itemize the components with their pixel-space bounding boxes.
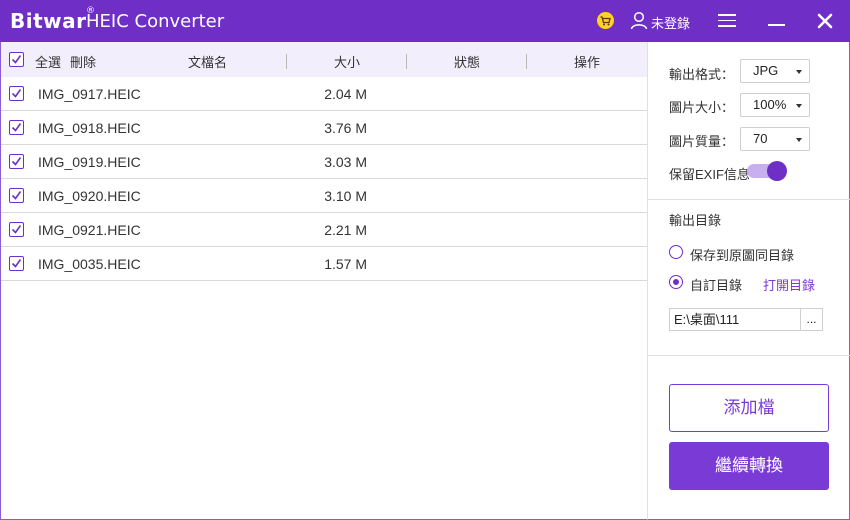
- column-divider: [286, 54, 287, 69]
- select-all-label[interactable]: 全選: [35, 52, 61, 71]
- column-divider: [406, 54, 407, 69]
- table-row[interactable]: IMG_0917.HEIC 2.04 M: [1, 77, 647, 111]
- minimize-icon[interactable]: [768, 24, 785, 26]
- file-size: 1.57 M: [324, 256, 367, 272]
- table-header: 全選 刪除 文檔名 大小 狀態 操作: [1, 42, 647, 77]
- app-title: HEIC Converter: [86, 11, 225, 32]
- row-checkbox[interactable]: [9, 86, 24, 101]
- delete-button[interactable]: 刪除: [70, 52, 96, 71]
- radio-selected-dot: [672, 278, 679, 285]
- image-size-value: 100%: [753, 97, 787, 112]
- file-name: IMG_0918.HEIC: [38, 120, 141, 136]
- image-size-select[interactable]: 100%: [740, 93, 810, 117]
- file-size: 3.76 M: [324, 120, 367, 136]
- open-folder-link[interactable]: 打開目錄: [763, 275, 815, 294]
- output-directory-title: 輸出目錄: [669, 213, 722, 228]
- toggle-knob: [767, 161, 787, 181]
- output-format-value: JPG: [753, 63, 779, 78]
- custom-folder-label[interactable]: 自訂目錄: [690, 275, 742, 294]
- file-name: IMG_0921.HEIC: [38, 222, 141, 238]
- file-list-panel: 全選 刪除 文檔名 大小 狀態 操作 IMG_0917.HEIC 2.04 M …: [0, 42, 647, 520]
- output-format-label: 輸出格式：: [669, 67, 735, 82]
- file-size: 2.21 M: [324, 222, 367, 238]
- row-checkbox[interactable]: [9, 154, 24, 169]
- section-divider: [648, 199, 850, 200]
- column-header-size: 大小: [334, 55, 361, 70]
- row-checkbox[interactable]: [9, 222, 24, 237]
- file-name: IMG_0917.HEIC: [38, 86, 141, 102]
- section-divider: [648, 355, 850, 356]
- keep-exif-toggle[interactable]: [747, 161, 789, 181]
- table-row[interactable]: IMG_0921.HEIC 2.21 M: [1, 213, 647, 247]
- column-divider: [526, 54, 527, 69]
- column-header-status: 狀態: [454, 55, 481, 70]
- image-quality-label: 圖片質量：: [669, 134, 735, 149]
- table-row[interactable]: IMG_0918.HEIC 3.76 M: [1, 111, 647, 145]
- output-path-field[interactable]: E:\桌面\111: [669, 308, 801, 331]
- file-name: IMG_0919.HEIC: [38, 154, 141, 170]
- save-same-folder-label[interactable]: 保存到原圖同目錄: [690, 245, 794, 264]
- add-file-button[interactable]: 添加檔: [669, 384, 829, 432]
- row-checkbox[interactable]: [9, 120, 24, 135]
- file-name: IMG_0920.HEIC: [38, 188, 141, 204]
- settings-panel: 輸出格式： JPG 圖片大小： 100% 圖片質量： 70 保留EXIF信息 輸…: [647, 42, 850, 520]
- login-link[interactable]: 未登錄: [651, 13, 690, 32]
- file-size: 2.04 M: [324, 86, 367, 102]
- image-size-label: 圖片大小：: [669, 100, 735, 115]
- chevron-down-icon: [796, 104, 802, 108]
- app-logo: Bitwar ®: [10, 6, 95, 33]
- table-row[interactable]: IMG_0919.HEIC 3.03 M: [1, 145, 647, 179]
- image-quality-select[interactable]: 70: [740, 127, 810, 151]
- chevron-down-icon: [796, 70, 802, 74]
- image-quality-value: 70: [753, 131, 768, 146]
- row-checkbox[interactable]: [9, 188, 24, 203]
- file-size: 3.03 M: [324, 154, 367, 170]
- select-all-checkbox[interactable]: [9, 52, 24, 67]
- continue-convert-button[interactable]: 繼續轉換: [669, 442, 829, 490]
- chevron-down-icon: [796, 138, 802, 142]
- keep-exif-label: 保留EXIF信息: [669, 167, 750, 182]
- logo-text: Bitwar: [10, 9, 87, 33]
- user-icon[interactable]: [630, 11, 648, 30]
- menu-icon[interactable]: [718, 14, 736, 27]
- column-header-action: 操作: [574, 55, 601, 70]
- column-header-filename: 文檔名: [188, 55, 228, 70]
- table-row[interactable]: IMG_0035.HEIC 1.57 M: [1, 247, 647, 281]
- custom-folder-radio[interactable]: [669, 275, 683, 289]
- output-format-select[interactable]: JPG: [740, 59, 810, 83]
- save-same-folder-radio[interactable]: [669, 245, 683, 259]
- title-bar: Bitwar ® HEIC Converter 未登錄: [0, 0, 850, 42]
- table-row[interactable]: IMG_0920.HEIC 3.10 M: [1, 179, 647, 213]
- browse-button[interactable]: ...: [800, 308, 823, 331]
- cart-icon[interactable]: [597, 12, 614, 29]
- file-name: IMG_0035.HEIC: [38, 256, 141, 272]
- file-size: 3.10 M: [324, 188, 367, 204]
- row-checkbox[interactable]: [9, 256, 24, 271]
- close-icon[interactable]: [816, 12, 834, 30]
